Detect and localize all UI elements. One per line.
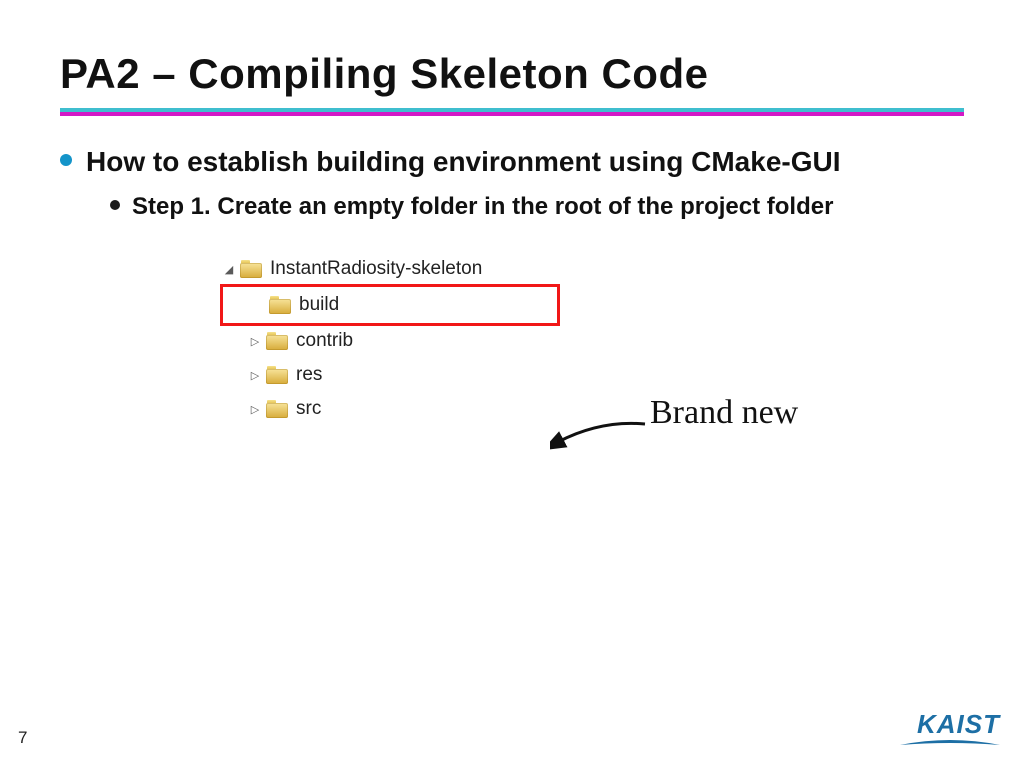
bullet-dot-icon (60, 154, 72, 166)
divider-rule (60, 108, 964, 116)
annotation-text: Brand new (650, 394, 798, 432)
expand-closed-icon: ▷ (250, 403, 260, 416)
slide-title: PA2 – Compiling Skeleton Code (60, 50, 964, 98)
tree-child-src: ▷ src (220, 392, 560, 426)
page-number: 7 (18, 728, 27, 748)
tree-root-row: ◢ InstantRadiosity-skeleton (220, 252, 560, 286)
bullet-level1: How to establish building environment us… (60, 144, 964, 179)
tree-child-label: contrib (296, 330, 353, 352)
bullet1-text: How to establish building environment us… (86, 144, 841, 179)
kaist-logo: KAIST (900, 713, 1000, 754)
logo-swoosh-icon (900, 739, 1000, 749)
expand-closed-icon: ▷ (250, 335, 260, 348)
tree-root-label: InstantRadiosity-skeleton (270, 258, 482, 280)
arrow-icon (550, 418, 650, 458)
folder-icon (269, 296, 291, 314)
expand-open-icon: ◢ (224, 263, 234, 276)
bullet-level2: Step 1. Create an empty folder in the ro… (110, 191, 964, 222)
bullet-dot-small-icon (110, 200, 120, 210)
tree-child-label: src (296, 398, 321, 420)
folder-tree: ◢ InstantRadiosity-skeleton build ▷ cont… (220, 252, 560, 426)
logo-text: KAIST (900, 713, 1000, 736)
tree-child-contrib: ▷ contrib (220, 324, 560, 358)
tree-child-res: ▷ res (220, 358, 560, 392)
folder-icon (266, 332, 288, 350)
folder-icon (266, 400, 288, 418)
folder-icon (240, 260, 262, 278)
tree-child-label: res (296, 364, 322, 386)
bullet2-text: Step 1. Create an empty folder in the ro… (132, 191, 833, 222)
folder-icon (266, 366, 288, 384)
tree-child-label: build (299, 294, 339, 316)
tree-child-build: build (220, 284, 560, 326)
expand-closed-icon: ▷ (250, 369, 260, 382)
